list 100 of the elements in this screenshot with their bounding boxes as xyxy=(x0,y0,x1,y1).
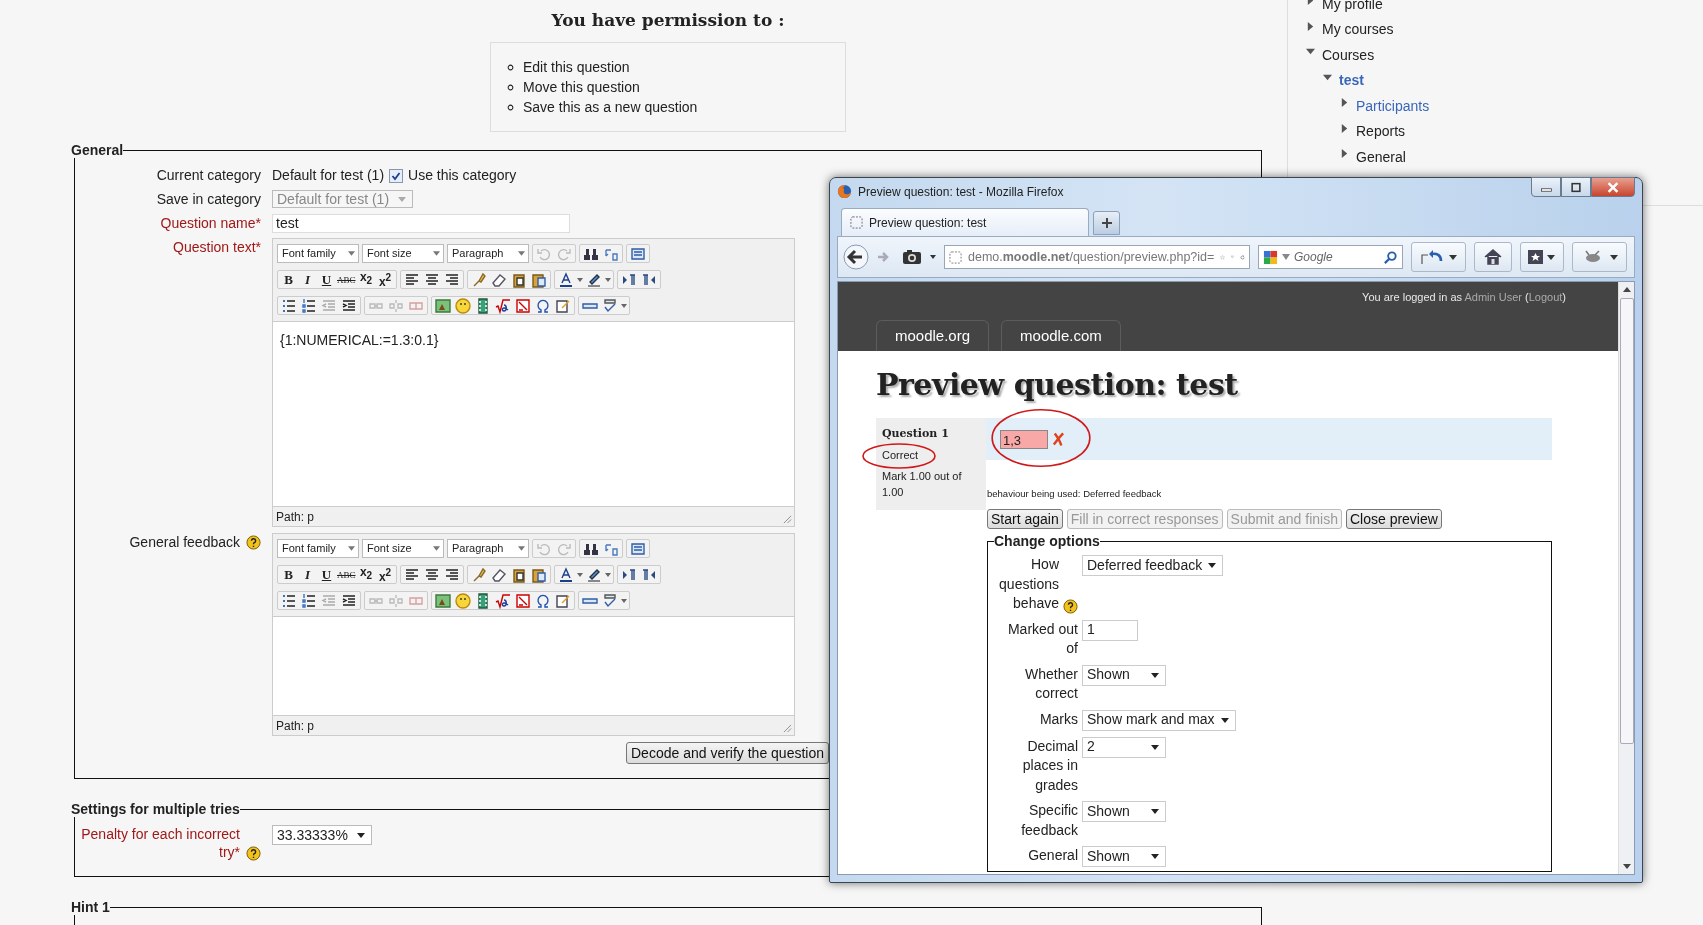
bullet-list-icon[interactable] xyxy=(281,592,297,609)
nav-item[interactable]: Participants xyxy=(1356,97,1430,114)
penalty-select[interactable]: 33.33333% xyxy=(272,825,372,845)
align-center-icon[interactable] xyxy=(423,566,440,583)
site-tab[interactable]: moodle.org xyxy=(876,320,990,351)
option-select[interactable]: Shown xyxy=(1082,801,1166,822)
left-to-right-icon[interactable] xyxy=(620,271,637,288)
caret-icon[interactable] xyxy=(930,255,936,259)
smiley-icon[interactable] xyxy=(455,592,471,609)
toolbar-dropdown[interactable]: Font size xyxy=(362,244,444,263)
format-button[interactable]: B xyxy=(280,271,297,288)
collapsed-arrow-icon[interactable] xyxy=(1340,123,1349,133)
format-button[interactable]: U xyxy=(318,271,335,288)
text-color-icon[interactable] xyxy=(557,271,574,288)
option-select[interactable]: Shown xyxy=(1082,846,1166,867)
dropdown-arrow-icon[interactable] xyxy=(1151,809,1159,814)
format-button[interactable]: ABC xyxy=(337,271,356,288)
caret-icon[interactable] xyxy=(576,277,583,282)
new-tab-button[interactable] xyxy=(1093,211,1120,235)
image-icon[interactable] xyxy=(435,592,451,609)
align-left-icon[interactable] xyxy=(403,271,420,288)
action-button[interactable]: Close preview xyxy=(1345,509,1442,529)
header-link[interactable]: Logout xyxy=(1528,291,1563,303)
film-icon[interactable] xyxy=(475,297,491,314)
clipboard-icon[interactable] xyxy=(510,566,527,583)
search-field[interactable]: Google xyxy=(1258,245,1403,269)
caret-icon[interactable] xyxy=(576,572,583,577)
nav-item[interactable]: Courses xyxy=(1322,46,1375,63)
align-right-icon[interactable] xyxy=(443,271,460,288)
numbered-list-icon[interactable] xyxy=(301,297,317,314)
answer-field[interactable]: 1,3 xyxy=(1000,429,1048,449)
checkbox-label[interactable]: Use this category xyxy=(408,166,517,185)
clipboard-icon[interactable] xyxy=(530,271,547,288)
clipboard-icon[interactable] xyxy=(510,271,527,288)
square-root-icon[interactable] xyxy=(495,592,511,609)
scrollbar[interactable] xyxy=(1618,282,1634,874)
omega-icon[interactable] xyxy=(535,297,551,314)
media-icon[interactable] xyxy=(515,297,531,314)
nav-item[interactable]: test xyxy=(1339,72,1364,89)
format-button[interactable]: U xyxy=(318,566,335,583)
bullet-list-icon[interactable] xyxy=(281,297,297,314)
toolbar-dropdown[interactable]: Paragraph xyxy=(447,539,529,558)
left-to-right-icon[interactable] xyxy=(620,566,637,583)
checkbox[interactable] xyxy=(389,168,404,183)
option-select[interactable]: 2 xyxy=(1082,736,1166,758)
text-color-icon[interactable] xyxy=(557,566,574,583)
square-root-icon[interactable] xyxy=(495,297,511,314)
dropdown-arrow-icon[interactable] xyxy=(357,832,365,838)
site-tab[interactable]: moodle.com xyxy=(1001,320,1121,351)
option-select[interactable]: Shown xyxy=(1082,664,1166,686)
align-left-icon[interactable] xyxy=(403,566,420,583)
format-button[interactable]: B xyxy=(280,566,297,583)
caret-icon[interactable] xyxy=(604,572,611,577)
marks-field[interactable]: 1 xyxy=(1082,619,1138,641)
dropdown-arrow-icon[interactable] xyxy=(1151,744,1159,750)
home-button[interactable] xyxy=(1474,242,1512,272)
camera-icon[interactable] xyxy=(902,249,922,265)
indent-icon[interactable] xyxy=(341,592,357,609)
eraser-icon[interactable] xyxy=(490,566,507,583)
toolbar-dropdown[interactable]: Font size xyxy=(362,539,444,558)
expanded-arrow-icon[interactable] xyxy=(1323,72,1332,82)
action-button[interactable]: Start again xyxy=(987,509,1063,529)
dropdown-arrow-icon[interactable] xyxy=(1151,672,1159,678)
align-right-icon[interactable] xyxy=(443,566,460,583)
help-icon[interactable] xyxy=(1063,598,1078,614)
dropdown-arrow-icon[interactable] xyxy=(1151,854,1159,859)
maximize-button[interactable] xyxy=(1561,177,1591,197)
close-button[interactable] xyxy=(1591,177,1635,197)
nav-item[interactable]: Reports xyxy=(1356,123,1406,140)
format-button[interactable]: I xyxy=(299,271,316,288)
collapsed-arrow-icon[interactable] xyxy=(1340,149,1349,159)
header-link[interactable]: Admin User xyxy=(1464,291,1522,303)
right-to-left-icon[interactable] xyxy=(640,566,657,583)
caret-icon[interactable] xyxy=(604,277,611,282)
search-engine-icon[interactable] xyxy=(1263,249,1278,265)
media-icon[interactable] xyxy=(515,592,531,609)
notepad-icon[interactable] xyxy=(555,592,571,609)
spellcheck-icon[interactable] xyxy=(602,297,618,314)
addon-button[interactable] xyxy=(1572,242,1627,272)
film-icon[interactable] xyxy=(475,592,491,609)
nav-item[interactable]: General xyxy=(1356,148,1406,165)
format-button[interactable]: x$^{2}$ xyxy=(376,564,394,585)
image-icon[interactable] xyxy=(435,297,451,314)
smiley-icon[interactable] xyxy=(455,297,471,314)
collapsed-arrow-icon[interactable] xyxy=(1340,98,1349,108)
caret-icon[interactable] xyxy=(621,598,627,603)
bookmarks-button[interactable] xyxy=(1520,242,1564,272)
decode-button[interactable]: Decode and verify the question xyxy=(626,742,829,764)
question-name-field[interactable]: test xyxy=(272,214,570,233)
toolbar-button[interactable] xyxy=(1411,242,1466,272)
minimize-button[interactable] xyxy=(1531,177,1561,197)
resize-grip-icon[interactable] xyxy=(783,724,792,733)
expanded-arrow-icon[interactable] xyxy=(1306,47,1315,57)
fullscreen-icon[interactable] xyxy=(630,245,646,262)
align-center-icon[interactable] xyxy=(423,271,440,288)
clipboard-icon[interactable] xyxy=(530,566,547,583)
address-bar[interactable]: demo.moodle.net/question/preview.php?id= xyxy=(944,245,1250,269)
format-button[interactable]: x$_{2}$ xyxy=(357,269,375,290)
toolbar-dropdown[interactable]: Font family xyxy=(277,244,359,263)
search-icon[interactable] xyxy=(1383,249,1398,265)
